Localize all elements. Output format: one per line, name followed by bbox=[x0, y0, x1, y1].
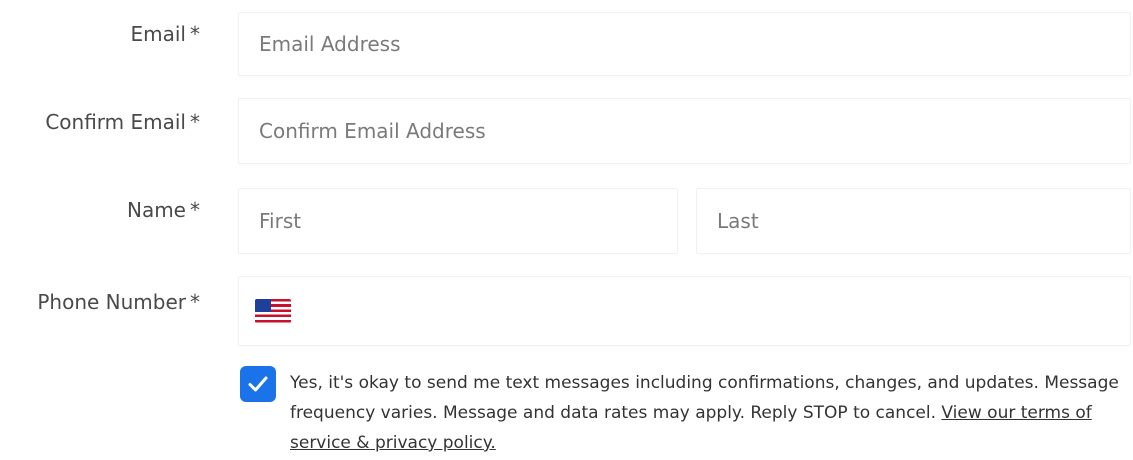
first-name-field-box bbox=[238, 188, 678, 254]
phone-label: Phone Number * bbox=[37, 290, 200, 314]
last-name-field-box bbox=[696, 188, 1131, 254]
confirm-email-field[interactable] bbox=[239, 99, 1130, 163]
us-flag-canton bbox=[255, 299, 271, 312]
phone-label-text: Phone Number bbox=[37, 290, 186, 314]
email-label: Email * bbox=[131, 22, 201, 46]
required-asterisk: * bbox=[190, 290, 200, 314]
phone-number-field[interactable] bbox=[239, 277, 1130, 345]
confirm-email-label-text: Confirm Email bbox=[45, 110, 186, 134]
name-label: Name * bbox=[127, 198, 200, 222]
email-field[interactable] bbox=[239, 13, 1130, 75]
required-asterisk: * bbox=[190, 22, 200, 46]
required-asterisk: * bbox=[190, 110, 200, 134]
us-flag-icon[interactable] bbox=[255, 299, 291, 323]
confirm-email-field-box bbox=[238, 98, 1131, 164]
checkmark-icon bbox=[248, 376, 268, 392]
first-name-field[interactable] bbox=[239, 189, 677, 253]
phone-field-box bbox=[238, 276, 1131, 346]
required-asterisk: * bbox=[190, 198, 200, 222]
last-name-field[interactable] bbox=[697, 189, 1130, 253]
confirm-email-label: Confirm Email * bbox=[45, 110, 200, 134]
email-label-text: Email bbox=[130, 22, 187, 46]
sms-consent-checkbox[interactable] bbox=[240, 366, 276, 402]
sms-consent-text: Yes, it's okay to send me text messages … bbox=[290, 368, 1133, 458]
name-label-text: Name bbox=[126, 198, 186, 222]
email-field-box bbox=[238, 12, 1131, 76]
